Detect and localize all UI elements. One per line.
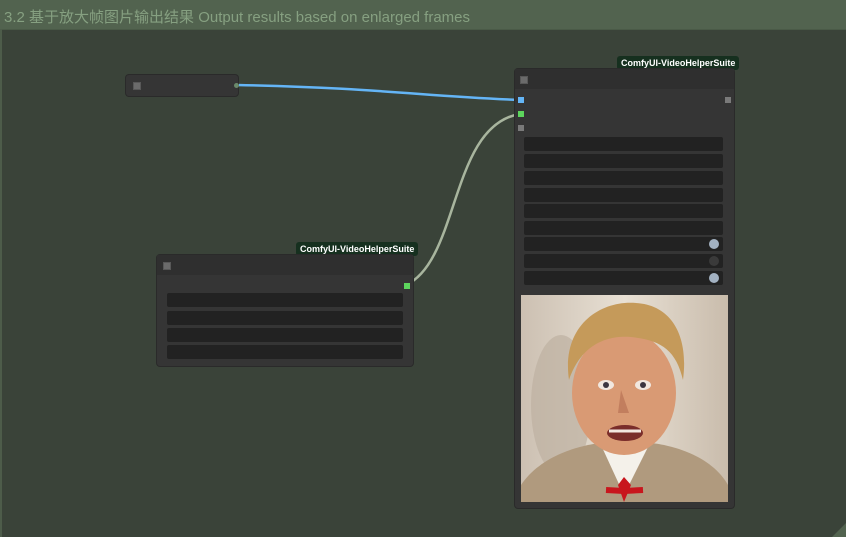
toggle-off-icon[interactable]: [709, 256, 719, 266]
widget-field-6[interactable]: [524, 221, 723, 235]
widget-field-5[interactable]: [524, 204, 723, 218]
toggle-on-icon[interactable]: [709, 273, 719, 283]
node-title-bar[interactable]: [515, 69, 734, 89]
audio-link-wire[interactable]: [405, 112, 521, 287]
toggle-on-icon[interactable]: [709, 239, 719, 249]
reroute-output-slot[interactable]: [234, 83, 239, 88]
output-preview-image[interactable]: [521, 295, 728, 502]
output-slot[interactable]: [725, 97, 731, 103]
widget-field-4[interactable]: [167, 345, 403, 359]
widget-field-3[interactable]: [167, 328, 403, 342]
load-audio-node[interactable]: [157, 255, 413, 366]
toggle-row-3[interactable]: [524, 271, 723, 285]
widget-field-3[interactable]: [524, 171, 723, 185]
image-link-wire[interactable]: [236, 83, 521, 102]
node-pack-badge: ComfyUI-VideoHelperSuite: [296, 242, 419, 256]
widget-field-4[interactable]: [524, 188, 723, 202]
collapse-toggle[interactable]: [133, 82, 141, 90]
portrait-illustration: [521, 302, 728, 502]
meta-input-slot[interactable]: [518, 125, 524, 131]
toggle-row-2[interactable]: [524, 254, 723, 268]
collapse-toggle[interactable]: [520, 76, 528, 84]
toggle-row-1[interactable]: [524, 237, 723, 251]
collapse-toggle[interactable]: [163, 262, 171, 270]
widget-field-2[interactable]: [524, 154, 723, 168]
node-pack-badge: ComfyUI-VideoHelperSuite: [617, 56, 740, 70]
images-input-slot[interactable]: [518, 97, 524, 103]
audio-input-slot[interactable]: [518, 111, 524, 117]
widget-field-2[interactable]: [167, 311, 403, 325]
widget-field-1[interactable]: [524, 137, 723, 151]
node-title-bar[interactable]: [157, 255, 413, 275]
video-combine-node[interactable]: [515, 69, 734, 508]
audio-output-slot[interactable]: [404, 283, 410, 289]
reroute-node[interactable]: [126, 75, 239, 96]
widget-field-1[interactable]: [167, 293, 403, 307]
